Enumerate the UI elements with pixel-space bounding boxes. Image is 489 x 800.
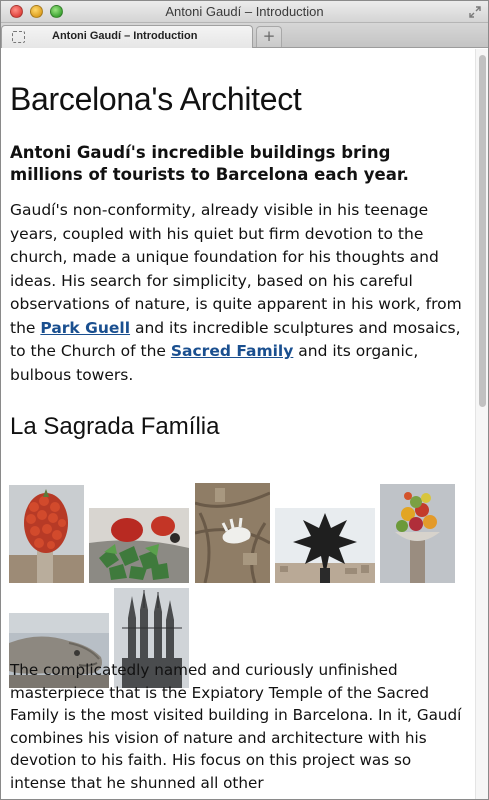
- tab-gaudi-introduction[interactable]: Antoni Gaudí – Introduction: [1, 25, 253, 48]
- page-heading: Barcelona's Architect: [10, 81, 302, 117]
- gallery-photo-white-sculpture[interactable]: [195, 483, 270, 583]
- sacred-family-link[interactable]: Sacred Family: [171, 342, 293, 360]
- new-tab-button[interactable]: +: [256, 26, 282, 47]
- section-heading: La Sagrada Família: [10, 413, 220, 440]
- intro-paragraph: Gaudí's non-conformity, already visible …: [10, 199, 467, 387]
- gallery-photo-fruit-pinnacle[interactable]: [9, 485, 84, 583]
- sagrada-paragraph: The complicatedly named and curiously un…: [10, 661, 462, 792]
- title-bar: Antoni Gaudí – Introduction: [1, 1, 488, 23]
- window-title: Antoni Gaudí – Introduction: [165, 4, 324, 19]
- gallery-photo-leaf-mosaic[interactable]: [89, 508, 189, 583]
- tab-bar: Antoni Gaudí – Introduction +: [1, 23, 488, 48]
- scrollbar-thumb[interactable]: [479, 55, 486, 407]
- browser-window: Antoni Gaudí – Introduction Antoni Gaudí…: [0, 0, 489, 800]
- page-favicon-icon: [12, 31, 25, 43]
- fullscreen-icon[interactable]: [468, 5, 482, 19]
- intro-text-1: Gaudí's non-conformity, already visible …: [10, 201, 462, 337]
- park-guell-link[interactable]: Park Guell: [40, 319, 130, 337]
- tab-title: Antoni Gaudí – Introduction: [52, 30, 198, 42]
- lead-paragraph: Antoni Gaudí's incredible buildings brin…: [10, 143, 409, 184]
- gallery-photo-star-sculpture[interactable]: [275, 508, 375, 583]
- vertical-scrollbar[interactable]: [475, 49, 488, 799]
- gallery-photo-fruit-bowl[interactable]: [380, 484, 455, 583]
